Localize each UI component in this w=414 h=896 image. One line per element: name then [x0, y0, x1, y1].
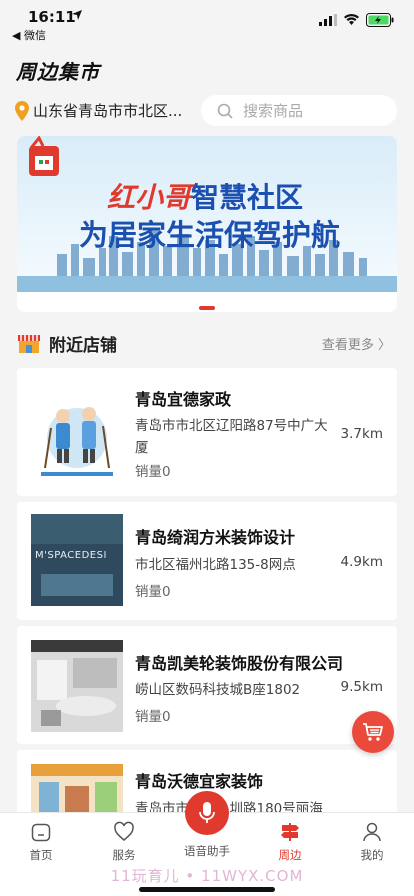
- shop-card[interactable]: 青岛宜德家政 青岛市市北区辽阳路87号中广大厦 3.7km 销量0: [17, 368, 397, 496]
- tab-bar: 首页 服务 语音助手 周边 我的 11玩育儿 • 11WYX.COM: [0, 791, 414, 896]
- banner-brand: 红小哥: [107, 181, 192, 214]
- tab-label: 服务: [112, 848, 136, 862]
- shop-address: 青岛市市北区辽阳路87号中广大厦: [135, 418, 328, 456]
- tab-home[interactable]: 首页: [11, 821, 71, 863]
- page: 16:11 ◀ 微信 周边集市 山东省青岛市市北区... 搜索商品 红小哥智慧社…: [0, 0, 414, 896]
- cart-button[interactable]: [352, 711, 394, 753]
- banner-headline-1: 红小哥智慧社区: [107, 176, 303, 216]
- search-box[interactable]: [201, 95, 397, 126]
- tab-label: 周边: [278, 848, 302, 862]
- signpost-icon: [281, 823, 299, 841]
- thumb-top: [31, 514, 123, 544]
- user-icon: [363, 822, 381, 842]
- shop-distance: 3.7km: [340, 426, 383, 442]
- shop-sales: 销量0: [135, 464, 171, 480]
- thumb-text: M'SPACEDESI: [35, 550, 107, 561]
- shop-thumbnail: M'SPACEDESI: [31, 514, 123, 606]
- tab-label: 首页: [29, 848, 53, 862]
- back-to-wechat[interactable]: ◀ 微信: [12, 27, 46, 43]
- home-indicator[interactable]: [139, 887, 275, 892]
- thumb-bottom: [41, 574, 113, 596]
- status-bar: 16:11 ◀ 微信: [0, 0, 414, 44]
- banner-headline-2: 为居家生活保驾护航: [79, 218, 341, 252]
- page-title: 周边集市: [16, 60, 100, 84]
- promo-banner[interactable]: 红小哥智慧社区 为居家生活保驾护航: [17, 136, 397, 312]
- section-title: 附近店铺: [49, 335, 117, 356]
- tab-service[interactable]: 服务: [94, 821, 154, 863]
- shop-distance: 4.9km: [340, 554, 383, 570]
- banner-headline1-text: 智慧社区: [191, 181, 304, 214]
- home-icon: [31, 823, 51, 842]
- shop-icon: [18, 335, 40, 353]
- shop-sales: 销量0: [135, 584, 171, 600]
- shop-distance: 9.5km: [340, 679, 383, 695]
- location-text: 山东省青岛市市北区...: [33, 102, 183, 120]
- nearby-shops-header: 附近店铺 查看更多 〉: [17, 326, 397, 360]
- heart-icon: [114, 821, 134, 841]
- tab-voice-assistant-label[interactable]: 语音助手: [177, 843, 237, 859]
- shop-name: 青岛绮润方米装饰设计: [135, 528, 296, 547]
- wifi-icon: [344, 14, 359, 25]
- signal-icon: [319, 14, 337, 26]
- shop-address: 崂山区数码科技城B座1802: [135, 682, 301, 698]
- see-more-link[interactable]: 查看更多 〉: [322, 334, 391, 353]
- shop-name: 青岛宜德家政: [135, 390, 232, 409]
- voice-assistant-button[interactable]: [185, 791, 229, 835]
- shop-thumbnail: [31, 388, 123, 480]
- tab-label: 我的: [360, 848, 384, 862]
- mic-icon: [199, 802, 215, 823]
- shop-name: 青岛沃德宜家装饰: [135, 772, 264, 791]
- location-arrow-icon: [72, 10, 82, 20]
- battery-icon: [366, 13, 394, 27]
- tab-nearby[interactable]: 周边: [260, 821, 320, 863]
- carousel-indicator[interactable]: [199, 306, 215, 310]
- pin-icon: [15, 100, 29, 121]
- watermark: 11玩育儿 • 11WYX.COM: [110, 867, 304, 885]
- shop-thumbnail: [31, 640, 123, 732]
- shop-address: 市北区福州北路135-8网点: [135, 557, 296, 573]
- cart-icon: [363, 723, 383, 741]
- location-selector[interactable]: 山东省青岛市市北区...: [14, 100, 182, 121]
- shop-card[interactable]: M'SPACEDESI 青岛绮润方米装饰设计 市北区福州北路135-8网点 4.…: [17, 502, 397, 620]
- shop-sales: 销量0: [135, 709, 171, 725]
- search-icon: [217, 103, 233, 119]
- search-input[interactable]: [243, 101, 373, 120]
- shop-name: 青岛凯美轮装饰股份有限公司: [135, 654, 344, 673]
- tab-profile[interactable]: 我的: [342, 821, 402, 863]
- status-time: 16:11: [28, 8, 76, 26]
- shop-card[interactable]: 青岛凯美轮装饰股份有限公司 崂山区数码科技城B座1802 9.5km 销量0: [17, 626, 397, 744]
